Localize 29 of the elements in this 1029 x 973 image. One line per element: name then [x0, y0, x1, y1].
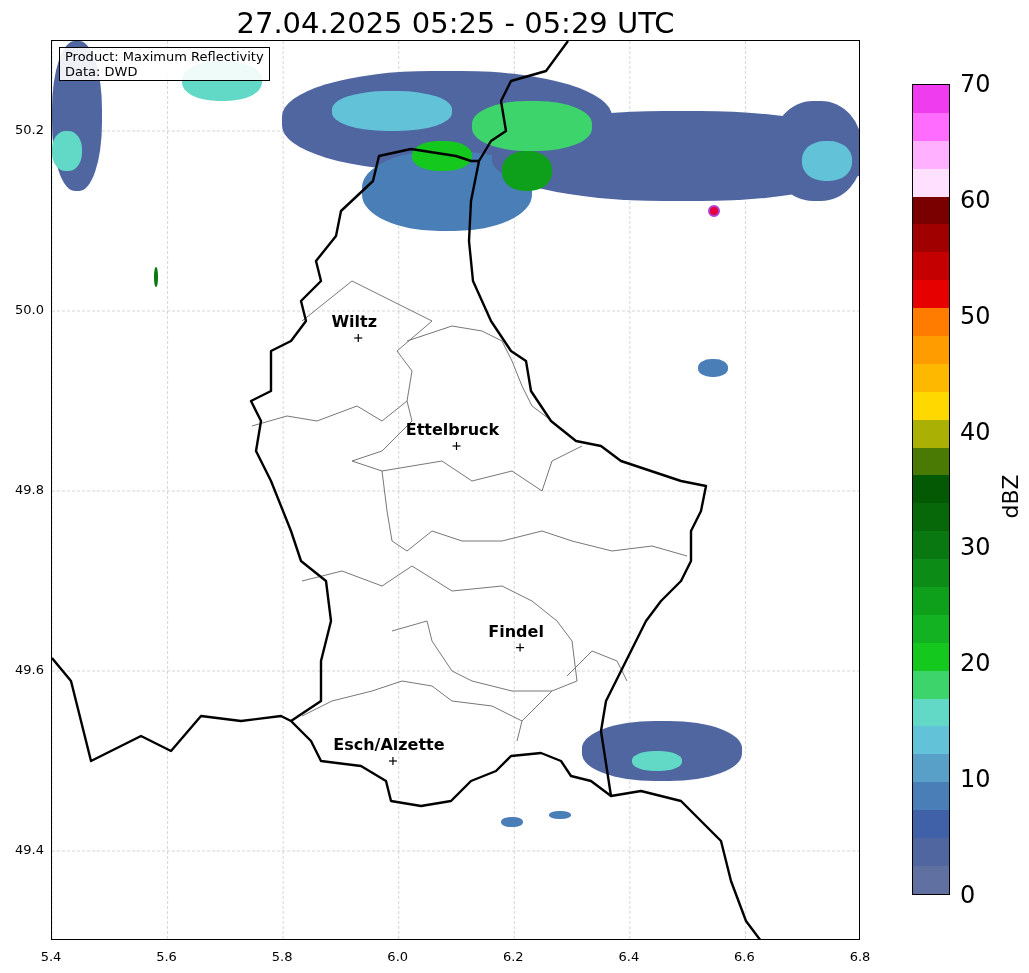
x-tick-label: 5.6 [156, 949, 177, 964]
x-tick-label: 6.2 [502, 949, 524, 964]
x-tick-label: 5.8 [271, 949, 293, 964]
y-tick-label: 49.4 [14, 842, 44, 857]
legend-text: Data: DWD [65, 64, 139, 79]
colorbar-tick-label: 0 [960, 882, 976, 908]
x-tick-label: 6.8 [849, 949, 871, 964]
colorbar-tick-label: 20 [960, 650, 991, 677]
legend-text: Product: Maximum Reflectivity [65, 49, 264, 64]
y-tick-label: 50.0 [14, 302, 44, 317]
x-tick-label: 6.0 [387, 949, 409, 964]
x-tick-label: 5.4 [40, 949, 62, 964]
city-label: Esch/Alzette [333, 736, 445, 754]
colorbar-tick-label: 70 [960, 71, 991, 97]
colorbar-tick-label: 60 [960, 186, 991, 213]
city-label: Findel [488, 622, 544, 641]
colorbar-tick-label: 40 [960, 418, 991, 445]
y-tick-label: 49.6 [14, 662, 44, 677]
y-tick-label: 49.8 [14, 482, 44, 497]
colorbar-tick-label: 50 [960, 302, 991, 329]
x-tick-label: 6.6 [734, 949, 755, 964]
chart-title: 27.04.2025 05:25 - 05:29 UTC [235, 5, 676, 42]
colorbar-tick-label: 30 [960, 534, 991, 561]
colorbar-label: dBZ [996, 473, 1024, 521]
y-tick-label: 50.2 [14, 122, 44, 137]
x-tick-label: 6.4 [618, 949, 640, 964]
colorbar-tick-label: 10 [960, 766, 991, 793]
city-label: Ettelbruck [405, 421, 500, 439]
city-label: Wiltz [331, 313, 378, 331]
